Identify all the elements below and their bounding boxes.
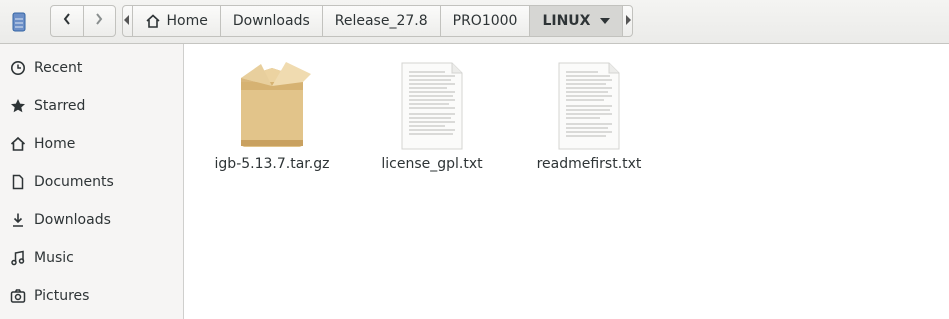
sidebar-item-label: Music — [34, 250, 74, 266]
back-button[interactable] — [51, 6, 83, 36]
sidebar-item-label: Documents — [34, 174, 114, 190]
file-name: license_gpl.txt — [381, 156, 483, 172]
breadcrumb-linux[interactable]: LINUX — [529, 6, 623, 36]
music-icon — [10, 250, 26, 266]
star-icon — [10, 98, 26, 114]
sidebar: Recent Starred Home Documents Downloads … — [0, 44, 184, 319]
dropdown-arrow-icon — [600, 18, 611, 24]
file-item[interactable]: license_gpl.txt — [357, 54, 507, 172]
breadcrumb-release[interactable]: Release_27.8 — [321, 6, 440, 36]
path-bar: Home Downloads Release_27.8 PRO1000 LINU… — [122, 5, 633, 37]
path-scroll-right-button[interactable] — [622, 6, 632, 36]
triangle-right-icon — [625, 13, 631, 29]
sidebar-item-home[interactable]: Home — [0, 125, 184, 163]
triangle-left-icon — [124, 13, 130, 29]
camera-icon — [10, 288, 26, 304]
file-name: igb-5.13.7.tar.gz — [214, 156, 330, 172]
file-name: readmefirst.txt — [536, 156, 642, 172]
sidebar-item-recent[interactable]: Recent — [0, 49, 184, 87]
chevron-left-icon — [62, 12, 72, 30]
text-file-icon — [514, 54, 664, 150]
home-icon — [10, 136, 26, 152]
breadcrumb-label: Downloads — [232, 13, 310, 29]
files-app-icon[interactable] — [10, 11, 28, 33]
sidebar-item-label: Starred — [34, 98, 86, 114]
breadcrumb-downloads[interactable]: Downloads — [219, 6, 322, 36]
download-icon — [10, 212, 26, 228]
breadcrumb-label: Release_27.8 — [334, 13, 428, 29]
sidebar-item-label: Home — [34, 136, 76, 152]
sidebar-item-label: Downloads — [34, 212, 111, 228]
file-view: igb-5.13.7.tar.gz license_gpl.txt readme… — [185, 44, 949, 319]
breadcrumb-home[interactable]: Home — [131, 6, 220, 36]
breadcrumb-pro1000[interactable]: PRO1000 — [439, 6, 530, 36]
sidebar-item-starred[interactable]: Starred — [0, 87, 184, 125]
breadcrumb-label: PRO1000 — [452, 13, 518, 29]
document-icon — [10, 174, 26, 190]
sidebar-item-label: Pictures — [34, 288, 90, 304]
sidebar-item-pictures[interactable]: Pictures — [0, 277, 184, 315]
breadcrumb-label: Home — [166, 13, 208, 29]
navigation-buttons — [50, 5, 116, 37]
text-file-icon — [357, 54, 507, 150]
home-icon — [145, 14, 161, 28]
chevron-right-icon — [94, 12, 104, 30]
file-item[interactable]: readmefirst.txt — [514, 54, 664, 172]
sidebar-item-label: Recent — [34, 60, 83, 76]
file-item[interactable]: igb-5.13.7.tar.gz — [197, 54, 347, 172]
forward-button[interactable] — [82, 6, 116, 36]
breadcrumb-label: LINUX — [542, 13, 591, 29]
package-icon — [197, 54, 347, 150]
sidebar-item-documents[interactable]: Documents — [0, 163, 184, 201]
path-scroll-left-button[interactable] — [123, 6, 132, 36]
header-bar: Home Downloads Release_27.8 PRO1000 LINU… — [0, 0, 949, 44]
sidebar-item-music[interactable]: Music — [0, 239, 184, 277]
sidebar-item-downloads[interactable]: Downloads — [0, 201, 184, 239]
clock-icon — [10, 60, 26, 76]
